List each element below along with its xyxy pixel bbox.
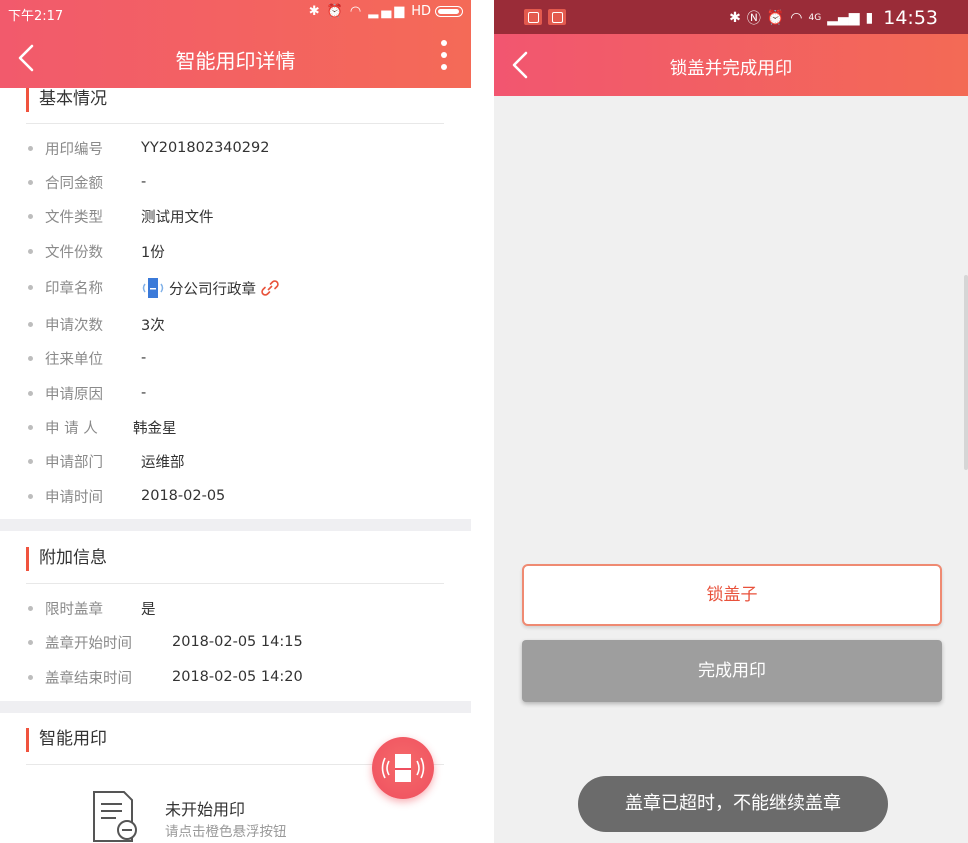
info-row-department: 申请部门 运维部 — [28, 450, 185, 472]
section-gap — [0, 701, 471, 713]
more-menu-icon[interactable] — [439, 40, 449, 76]
status-bar: 下午2:17 ✱ ⏰ ◠ ▂▄▆ HD — [0, 0, 471, 28]
info-row-applicant: 申 请 人 韩金星 — [28, 416, 177, 438]
status-icons: ✱ Ⓝ ⏰ ◠ 4G ▂▄▆ ▮ 14:53 — [729, 7, 938, 29]
row-label: 申 请 人 — [45, 420, 98, 437]
status-bar: ✱ Ⓝ ⏰ ◠ 4G ▂▄▆ ▮ 14:53 — [494, 0, 968, 34]
info-row-copies: 文件份数 1份 — [28, 240, 165, 262]
right-screen: ✱ Ⓝ ⏰ ◠ 4G ▂▄▆ ▮ 14:53 锁盖并完成用印 锁盖子 完成用印 … — [494, 0, 968, 843]
row-label: 申请次数 — [45, 317, 103, 334]
seal-device-icon — [142, 278, 164, 298]
section-extra-title: 附加信息 — [26, 547, 107, 571]
row-label: 文件类型 — [45, 209, 103, 226]
info-row-reason: 申请原因 - — [28, 382, 146, 404]
status-time: 14:53 — [883, 7, 938, 29]
info-row-file-type: 文件类型 测试用文件 — [28, 205, 214, 227]
row-label: 限时盖章 — [45, 601, 103, 618]
info-row-time-limit: 限时盖章 是 — [28, 597, 156, 619]
seal-device-icon — [381, 754, 425, 782]
row-value: 测试用文件 — [141, 209, 214, 226]
battery-icon: ▮ — [865, 10, 874, 26]
info-row-apply-time: 申请时间 2018-02-05 — [28, 485, 225, 507]
network-type: 4G — [808, 13, 822, 23]
notification-icons — [524, 9, 566, 25]
row-value: - — [141, 385, 147, 401]
row-label: 申请部门 — [45, 454, 103, 471]
row-label: 文件份数 — [45, 244, 103, 261]
status-icons: ✱ ⏰ ◠ ▂▄▆ HD — [309, 4, 463, 19]
app-bar: 智能用印详情 — [0, 28, 471, 88]
scrollbar[interactable] — [964, 275, 968, 470]
info-row-seal-name: 印章名称 分公司行政章 — [28, 276, 279, 298]
info-row-amount: 合同金额 - — [28, 171, 146, 193]
signal-icon: ▂▄▆ — [827, 10, 860, 26]
row-value: YY201802340292 — [141, 140, 270, 156]
app-notification-icon — [524, 9, 542, 25]
bluetooth-icon: ✱ — [308, 4, 323, 19]
row-value: - — [141, 174, 147, 190]
row-label: 盖章开始时间 — [45, 635, 132, 652]
row-value: 1份 — [141, 244, 165, 261]
empty-hint: 请点击橙色悬浮按钮 — [165, 824, 287, 840]
row-value: 2018-02-05 14:20 — [172, 669, 303, 685]
row-value: 2018-02-05 — [141, 488, 226, 504]
section-gap — [0, 519, 471, 531]
app-bar: 锁盖并完成用印 — [494, 34, 968, 96]
empty-title: 未开始用印 — [165, 800, 246, 819]
row-value: - — [141, 350, 147, 366]
section-smart-title: 智能用印 — [26, 728, 107, 752]
battery-icon — [435, 6, 463, 17]
app-notification-icon — [548, 9, 566, 25]
info-row-apply-count: 申请次数 3次 — [28, 313, 165, 335]
info-row-end-time: 盖章结束时间 2018-02-05 14:20 — [28, 666, 303, 688]
row-label: 申请时间 — [45, 489, 103, 506]
alarm-icon: ⏰ — [766, 10, 785, 26]
info-row-start-time: 盖章开始时间 2018-02-05 14:15 — [28, 631, 303, 653]
section-basic-title: 基本情况 — [26, 88, 107, 112]
info-row-number: 用印编号 YY201802340292 — [28, 137, 269, 159]
row-label: 申请原因 — [45, 386, 103, 403]
left-screen: 下午2:17 ✱ ⏰ ◠ ▂▄▆ HD 智能用印详情 基本情况 用印编号 YY2… — [0, 0, 471, 843]
row-label: 盖章结束时间 — [45, 670, 132, 687]
seal-value[interactable]: 分公司行政章 — [141, 277, 280, 299]
row-value: 运维部 — [141, 454, 185, 471]
status-time: 下午2:17 — [8, 9, 64, 24]
seal-fab-button[interactable] — [372, 737, 434, 799]
finish-seal-button[interactable]: 完成用印 — [522, 640, 942, 702]
lock-lid-button[interactable]: 锁盖子 — [522, 564, 942, 626]
nfc-icon: Ⓝ — [746, 11, 761, 27]
divider — [26, 583, 444, 584]
wifi-icon: ◠ — [349, 4, 365, 19]
row-label: 印章名称 — [45, 280, 103, 297]
hd-label: HD — [411, 4, 431, 19]
toast-message: 盖章已超时，不能继续盖章 — [578, 776, 888, 832]
row-value: 韩金星 — [133, 420, 177, 437]
row-label: 合同金额 — [45, 175, 103, 192]
row-value: 2018-02-05 14:15 — [172, 634, 303, 650]
page-title: 锁盖并完成用印 — [669, 59, 793, 79]
document-icon — [93, 791, 137, 842]
row-value: 3次 — [141, 317, 165, 334]
row-label: 往来单位 — [45, 351, 103, 368]
info-row-partner: 往来单位 - — [28, 347, 146, 369]
alarm-icon: ⏰ — [326, 4, 346, 19]
link-icon[interactable] — [260, 279, 280, 297]
seal-name: 分公司行政章 — [169, 281, 256, 298]
wifi-icon: ◠ — [790, 10, 803, 26]
signal-icon: ▂▄▆ — [368, 4, 408, 19]
row-label: 用印编号 — [45, 141, 103, 158]
page-title: 智能用印详情 — [175, 49, 296, 73]
divider — [26, 123, 444, 124]
row-value: 是 — [141, 601, 156, 618]
bluetooth-icon: ✱ — [729, 10, 741, 26]
